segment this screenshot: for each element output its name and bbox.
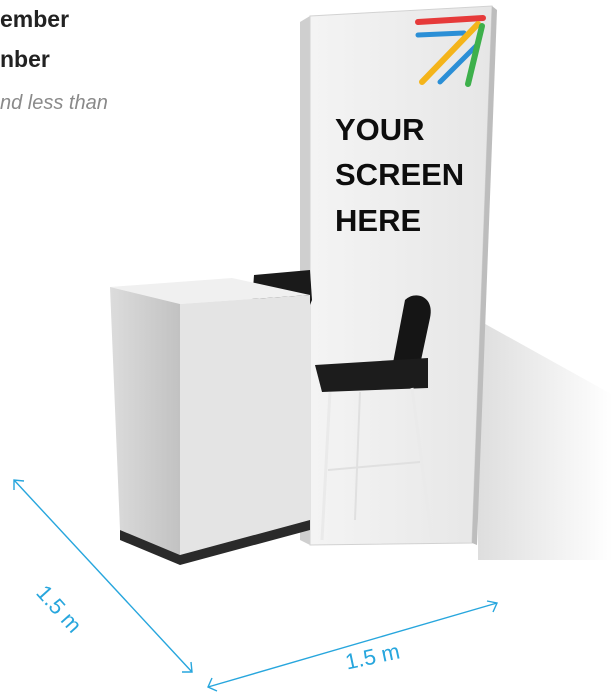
counter [110,278,310,565]
booth-illustration [13,5,613,692]
panel-shadow [478,320,613,560]
panel-text-line-2: SCREEN [335,157,465,192]
panel-text-line-3: HERE [335,203,422,238]
width-dimension-arrow [207,600,498,692]
panel-text-line-1: YOUR [335,112,425,147]
